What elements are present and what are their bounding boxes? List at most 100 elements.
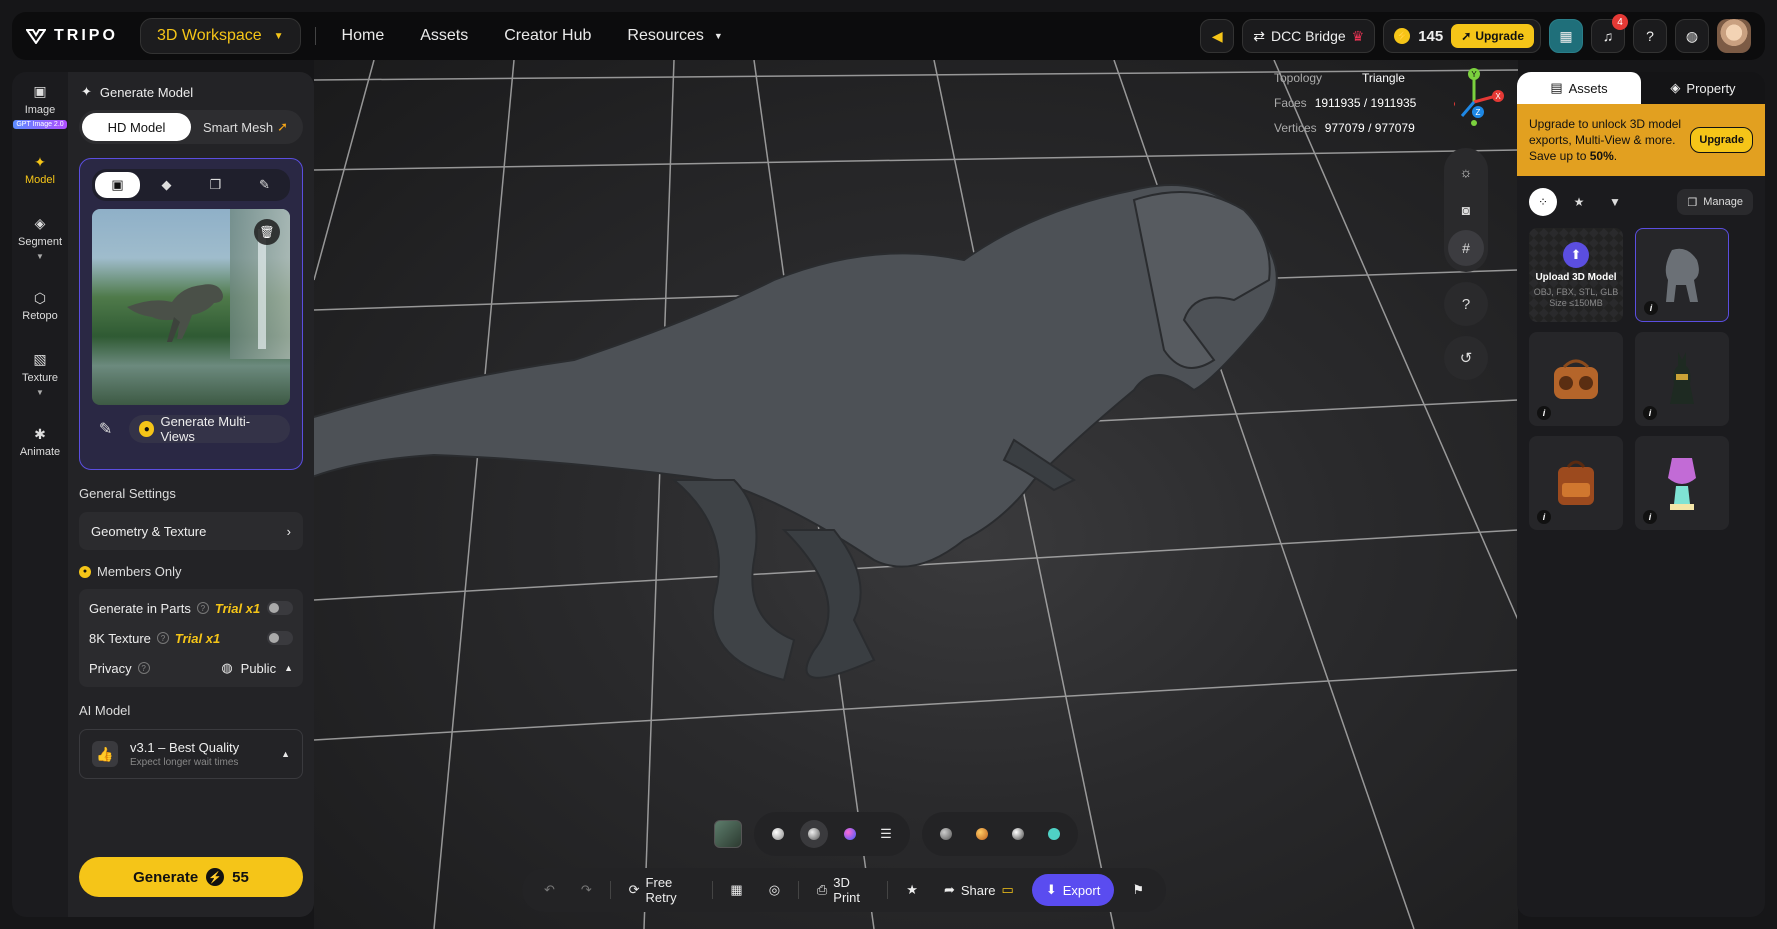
asset-card-radio[interactable]: i	[1529, 332, 1623, 426]
ar-view-button[interactable]: ◎	[761, 874, 788, 906]
help-icon[interactable]: ?	[196, 602, 209, 614]
gpt-image-tag: GPT Image 2.0	[13, 119, 67, 129]
input-image-preview[interactable]: 🗑	[92, 209, 290, 405]
tab-assets[interactable]: ▤ Assets	[1517, 72, 1641, 104]
export-button[interactable]: ⬇ Export	[1031, 874, 1115, 906]
asset-card-backpack[interactable]: i	[1529, 436, 1623, 530]
smart-mesh-option[interactable]: Smart Mesh ➚	[191, 113, 300, 141]
material-metal[interactable]	[1004, 820, 1032, 848]
nav-assets-label: Assets	[420, 27, 469, 44]
dcc-bridge-button[interactable]: ⇄ DCC Bridge ♛	[1242, 19, 1376, 53]
nav-resources-label: Resources	[627, 27, 704, 44]
gift-action-button[interactable]: ▦	[722, 874, 750, 906]
clay-render-button[interactable]	[764, 820, 792, 848]
delete-image-button[interactable]: 🗑	[254, 219, 280, 245]
tab-single-image[interactable]: ▣	[95, 172, 140, 198]
hd-model-option[interactable]: HD Model	[82, 113, 191, 141]
generate-label: Generate	[133, 868, 199, 886]
generate-in-parts-toggle[interactable]	[267, 601, 293, 615]
material-orange[interactable]	[968, 820, 996, 848]
3d-print-button[interactable]: ⎙ 3D Print	[809, 874, 878, 906]
info-icon[interactable]: i	[1644, 301, 1658, 315]
privacy-dropdown[interactable]: ◍ Public ▲	[221, 660, 293, 676]
help-icon[interactable]: ?	[137, 662, 150, 674]
rail-item-texture[interactable]: ▧ Texture ▼	[12, 340, 68, 408]
help-icon[interactable]: ?	[156, 632, 169, 644]
nav-assets[interactable]: Assets	[420, 27, 468, 45]
logo[interactable]: TRIPO	[26, 27, 128, 45]
floor-grid	[314, 60, 1518, 929]
filter-all[interactable]: ⁘	[1529, 188, 1557, 216]
filter-funnel[interactable]: ▼	[1601, 188, 1629, 216]
asset-card-trophy[interactable]: i	[1635, 436, 1729, 530]
source-image-thumbnail[interactable]	[714, 820, 742, 848]
workspace-dropdown[interactable]: 3D Workspace ▼	[140, 18, 301, 54]
upgrade-button[interactable]: ➚ Upgrade	[1451, 24, 1534, 48]
promo-upgrade-button[interactable]: Upgrade	[1690, 127, 1753, 153]
redo-button[interactable]: ↷	[573, 874, 600, 906]
history-button[interactable]: ↺	[1444, 336, 1488, 380]
tab-multi-image[interactable]: ❐	[193, 172, 238, 198]
upload-3d-model-card[interactable]: ⬆ Upload 3D Model OBJ, FBX, STL, GLB Size…	[1529, 228, 1623, 322]
undo-button[interactable]: ↶	[536, 874, 563, 906]
nav-creator-hub[interactable]: Creator Hub	[504, 27, 591, 45]
report-button[interactable]: ⚑	[1124, 874, 1152, 906]
nav-home[interactable]: Home	[342, 27, 385, 45]
material-bar: ☰	[714, 812, 1078, 856]
upload-subtitle: OBJ, FBX, STL, GLB Size ≤150MB	[1530, 287, 1623, 309]
tab-property[interactable]: ◈ Property	[1641, 72, 1765, 104]
material-presets-group	[922, 812, 1078, 856]
nav-resources[interactable]: Resources ▼	[627, 27, 722, 45]
filter-favorites[interactable]: ★	[1565, 188, 1593, 216]
announcement-button[interactable]: ◀	[1200, 19, 1235, 53]
textured-render-button[interactable]	[800, 820, 828, 848]
favorite-button[interactable]: ★	[898, 874, 926, 906]
info-icon[interactable]: i	[1537, 510, 1551, 524]
vertices-stat: Vertices 977079 / 977079	[1274, 116, 1416, 141]
asset-card-anubis[interactable]: i	[1635, 332, 1729, 426]
3d-viewport[interactable]: Topology Triangle Faces 1911935 / 1911935 …	[314, 60, 1518, 929]
info-icon[interactable]: i	[1643, 406, 1657, 420]
texture-8k-toggle[interactable]	[267, 631, 293, 645]
rail-item-image[interactable]: ▣ Image GPT Image 2.0	[12, 76, 68, 136]
rail-item-retopo[interactable]: ⬡ Retopo	[12, 272, 68, 340]
material-grey[interactable]	[932, 820, 960, 848]
info-icon[interactable]: i	[1643, 510, 1657, 524]
generate-panel: ✦ Generate Model HD Model Smart Mesh ➚ ▣ …	[68, 72, 314, 917]
language-button[interactable]: ◍	[1675, 19, 1709, 53]
share-button[interactable]: ➦ Share ▭	[936, 874, 1022, 906]
adjust-button[interactable]: ☰	[872, 820, 900, 848]
edit-image-button[interactable]: ✎	[92, 415, 119, 443]
viewport-tools: ☼ ◙ # ? ↺	[1444, 148, 1488, 380]
generate-button[interactable]: Generate ⚡ 55	[79, 857, 303, 897]
notifications-button[interactable]: ♫ 4	[1591, 14, 1628, 53]
ai-model-dropdown[interactable]: 👍 v3.1 – Best Quality Expect longer wait…	[79, 729, 303, 779]
free-retry-button[interactable]: ⟳ Free Retry	[621, 874, 702, 906]
help-button[interactable]: ?	[1444, 282, 1488, 326]
asset-card-trex[interactable]: i	[1635, 228, 1729, 322]
rail-item-segment[interactable]: ◈ Segment ▼	[12, 204, 68, 272]
help-button[interactable]: ?	[1633, 19, 1667, 53]
info-icon[interactable]: i	[1537, 406, 1551, 420]
normal-render-button[interactable]	[836, 820, 864, 848]
gift-button[interactable]: ▦	[1549, 19, 1583, 53]
light-toggle[interactable]: ☼	[1448, 154, 1484, 190]
axis-gizmo[interactable]: Y X Z	[1454, 68, 1514, 128]
rail-item-animate[interactable]: ✱ Animate	[12, 408, 68, 476]
material-teal[interactable]	[1040, 820, 1068, 848]
geometry-texture-row[interactable]: Geometry & Texture ›	[79, 512, 303, 550]
tab-text[interactable]: ✎	[242, 172, 287, 198]
screenshot-button[interactable]: ◙	[1448, 192, 1484, 228]
gift-icon: ▦	[730, 882, 743, 897]
manage-button[interactable]: ❐ Manage	[1677, 189, 1753, 215]
topology-stat: Topology Triangle	[1274, 66, 1416, 91]
user-avatar[interactable]	[1717, 19, 1751, 53]
grid-toggle[interactable]: #	[1448, 230, 1484, 266]
help-icon: ?	[1646, 28, 1654, 44]
tab-3d-cube[interactable]: ◆	[144, 172, 189, 198]
credits-pill[interactable]: ⚡ 145 ➚ Upgrade	[1383, 19, 1541, 53]
generate-multiviews-button[interactable]: ● Generate Multi-Views	[129, 414, 290, 444]
brush-icon: ✎	[98, 421, 113, 438]
rail-item-model[interactable]: ✦ Model	[12, 136, 68, 204]
printer-icon: ⎙	[816, 882, 828, 897]
